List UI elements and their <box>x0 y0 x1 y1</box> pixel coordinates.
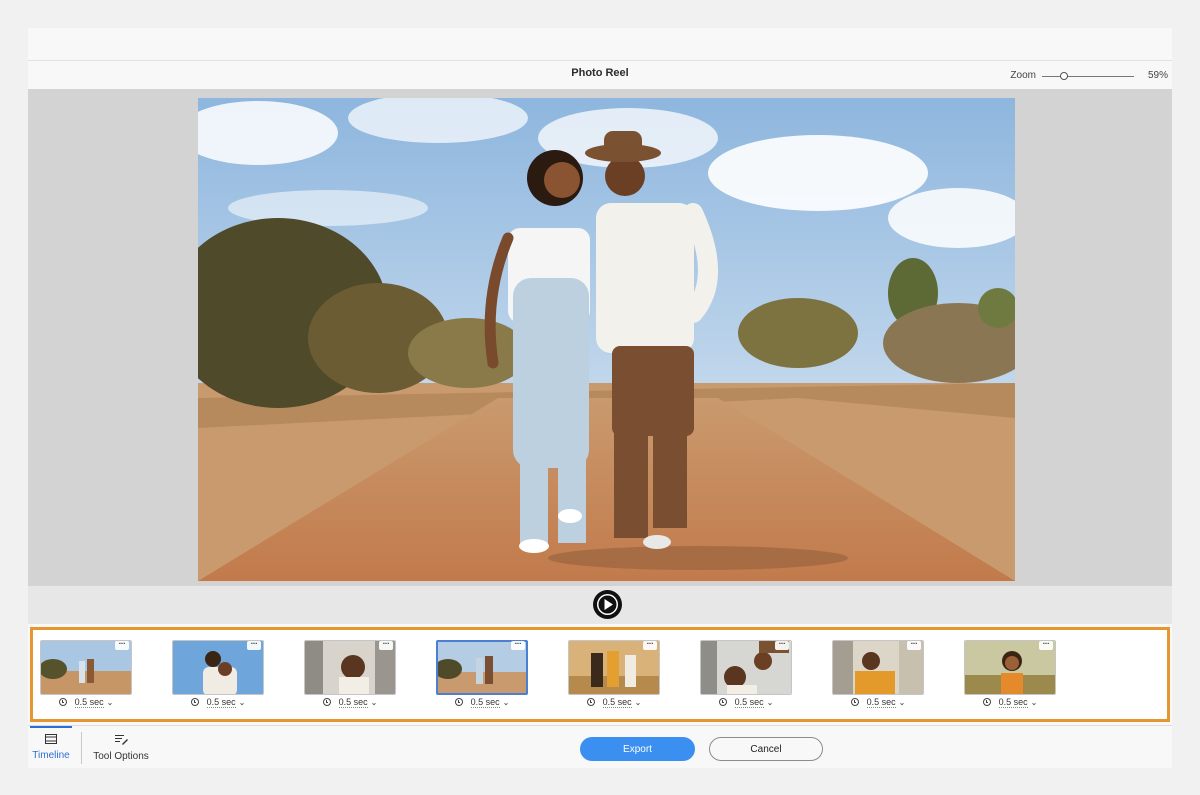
clip-duration-dropdown[interactable]: 0.5 sec ⌄ <box>304 697 396 708</box>
clip-duration-value: 0.5 sec <box>74 697 104 708</box>
chevron-down-icon: ⌄ <box>766 698 774 707</box>
tab-tool-options[interactable]: Tool Options <box>90 726 152 769</box>
preview-photo <box>198 98 1015 581</box>
more-options-icon[interactable]: ··· <box>1039 640 1053 650</box>
photo-reel-window: Photo Reel Zoom 59% ··· 0.5 sec ⌄ ··· 0.… <box>28 28 1172 768</box>
tool-options-icon <box>114 735 128 745</box>
more-options-icon[interactable]: ··· <box>907 640 921 650</box>
more-options-icon[interactable]: ··· <box>379 640 393 650</box>
clock-icon <box>586 698 595 706</box>
playback-bar <box>28 586 1172 624</box>
clip-duration-dropdown[interactable]: 0.5 sec ⌄ <box>700 697 792 708</box>
play-button[interactable] <box>593 590 622 619</box>
cancel-button[interactable]: Cancel <box>709 737 823 761</box>
clock-icon <box>850 698 859 706</box>
tab-divider <box>81 732 82 764</box>
clip-duration-dropdown[interactable]: 0.5 sec ⌄ <box>568 697 660 708</box>
play-icon <box>597 594 618 615</box>
zoom-slider-track <box>1041 75 1134 77</box>
clip-duration-dropdown[interactable]: 0.5 sec ⌄ <box>436 697 528 708</box>
clock-icon <box>190 698 199 706</box>
clip-duration-value: 0.5 sec <box>734 697 764 708</box>
bottom-bar: Timeline Tool Options Export Cancel <box>28 725 1172 768</box>
clock-icon <box>322 698 331 706</box>
top-strip <box>28 28 1172 61</box>
clip-duration-dropdown[interactable]: 0.5 sec ⌄ <box>40 697 132 708</box>
tab-timeline[interactable]: Timeline <box>28 726 74 769</box>
timeline-clip[interactable]: ··· 0.5 sec ⌄ <box>964 640 1056 712</box>
timeline-strip: ··· 0.5 sec ⌄ ··· 0.5 sec ⌄ ··· 0.5 sec ⌄ ·… <box>30 627 1170 722</box>
timeline-clip[interactable]: ··· 0.5 sec ⌄ <box>172 640 264 712</box>
more-options-icon[interactable]: ··· <box>247 640 261 650</box>
clip-duration-value: 0.5 sec <box>206 697 236 708</box>
chevron-down-icon: ⌄ <box>1030 698 1038 707</box>
timeline-clip[interactable]: ··· 0.5 sec ⌄ <box>40 640 132 712</box>
clock-icon <box>982 698 991 706</box>
timeline-clip[interactable]: ··· 0.5 sec ⌄ <box>304 640 396 712</box>
timeline-clip[interactable]: ··· 0.5 sec ⌄ <box>436 640 528 712</box>
clip-duration-value: 0.5 sec <box>338 697 368 708</box>
zoom-slider[interactable] <box>1041 71 1134 81</box>
header: Photo Reel Zoom 59% <box>28 61 1172 89</box>
timeline-clip[interactable]: ··· 0.5 sec ⌄ <box>568 640 660 712</box>
preview-stage <box>28 89 1172 586</box>
clip-duration-dropdown[interactable]: 0.5 sec ⌄ <box>172 697 264 708</box>
chevron-down-icon: ⌄ <box>370 698 378 707</box>
clock-icon <box>718 698 727 706</box>
page-title: Photo Reel <box>571 67 629 79</box>
clip-duration-value: 0.5 sec <box>602 697 632 708</box>
chevron-down-icon: ⌄ <box>502 698 510 707</box>
clip-duration-value: 0.5 sec <box>998 697 1028 708</box>
tab-tool-options-label: Tool Options <box>93 751 149 762</box>
zoom-value: 59% <box>1147 70 1168 81</box>
clip-duration-value: 0.5 sec <box>470 697 500 708</box>
chevron-down-icon: ⌄ <box>238 698 246 707</box>
zoom-label: Zoom <box>1010 70 1036 81</box>
more-options-icon[interactable]: ··· <box>115 640 129 650</box>
zoom-control: Zoom 59% <box>1010 70 1168 81</box>
clip-duration-dropdown[interactable]: 0.5 sec ⌄ <box>964 697 1056 708</box>
more-options-icon[interactable]: ··· <box>643 640 657 650</box>
chevron-down-icon: ⌄ <box>898 698 906 707</box>
more-options-icon[interactable]: ··· <box>775 640 789 650</box>
clock-icon <box>58 698 67 706</box>
tab-timeline-label: Timeline <box>32 750 70 761</box>
clip-duration-value: 0.5 sec <box>866 697 896 708</box>
clip-duration-dropdown[interactable]: 0.5 sec ⌄ <box>832 697 924 708</box>
zoom-slider-handle[interactable] <box>1059 71 1068 80</box>
filmstrip-icon <box>45 734 57 744</box>
couple-photo-illustration <box>198 98 1015 581</box>
timeline-clip[interactable]: ··· 0.5 sec ⌄ <box>832 640 924 712</box>
export-button[interactable]: Export <box>580 737 695 761</box>
chevron-down-icon: ⌄ <box>634 698 642 707</box>
more-options-icon[interactable]: ··· <box>511 640 525 650</box>
timeline-clip[interactable]: ··· 0.5 sec ⌄ <box>700 640 792 712</box>
clock-icon <box>454 698 463 706</box>
chevron-down-icon: ⌄ <box>106 698 114 707</box>
